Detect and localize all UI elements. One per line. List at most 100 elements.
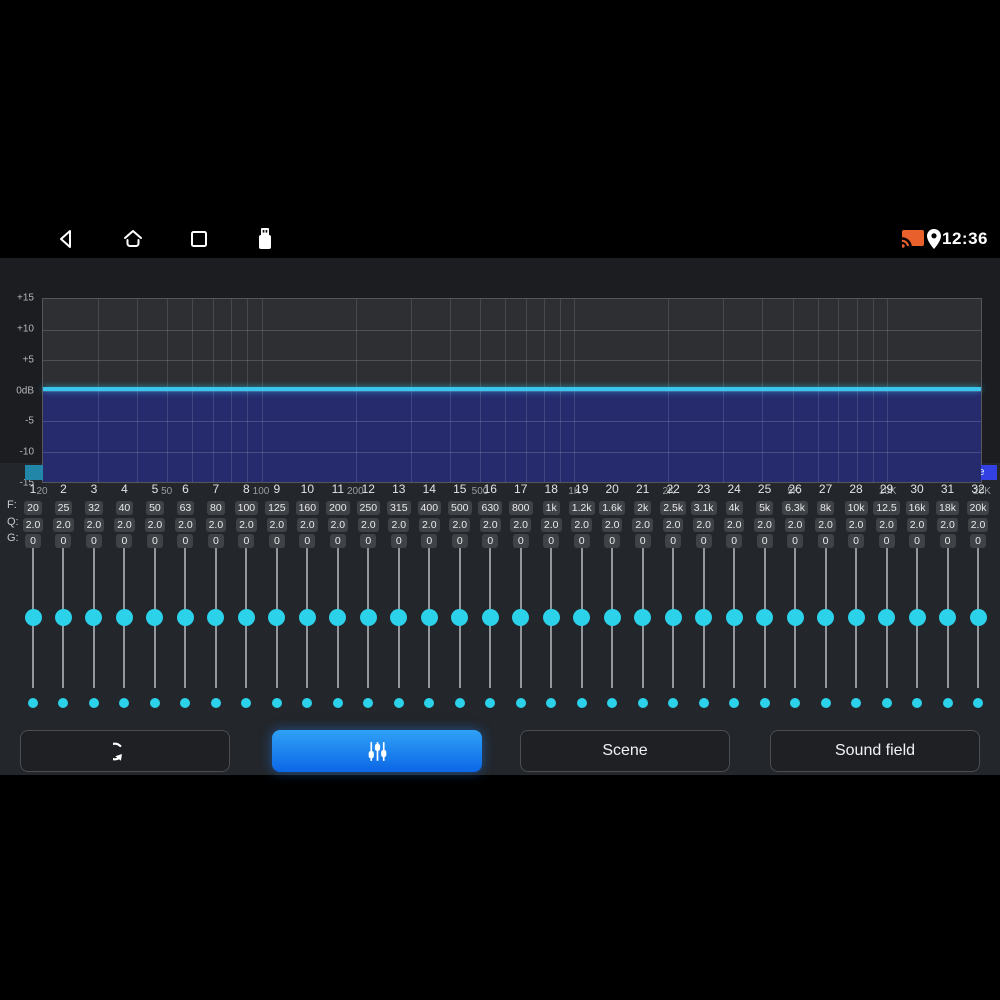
band-indicator-dot[interactable] xyxy=(119,698,130,708)
slider-handle[interactable] xyxy=(756,609,774,626)
band-indicator-dot[interactable] xyxy=(912,698,923,708)
band-gain-value: 0 xyxy=(229,531,263,549)
reset-button[interactable] xyxy=(20,730,230,772)
eq-curve-fill xyxy=(43,391,981,482)
recents-icon[interactable] xyxy=(189,229,209,249)
band-indicator-dot[interactable] xyxy=(393,698,404,708)
band-indicator-dot[interactable] xyxy=(820,698,831,708)
status-bar: 12:36 xyxy=(0,220,1000,258)
band-indicator-dot[interactable] xyxy=(973,698,983,708)
band-frequency-value: 10k xyxy=(839,498,873,516)
band-indicator-dot[interactable] xyxy=(149,698,160,708)
slider-handle[interactable] xyxy=(969,609,987,626)
band-indicator-dot[interactable] xyxy=(180,698,191,708)
slider-handle[interactable] xyxy=(603,609,621,626)
slider-handle[interactable] xyxy=(85,609,103,626)
band-indicator-dot[interactable] xyxy=(576,698,587,708)
slider-handle[interactable] xyxy=(573,609,591,626)
band-index: 10 xyxy=(300,482,315,496)
band-indicator-dot[interactable] xyxy=(241,698,252,708)
slider-handle[interactable] xyxy=(176,609,194,626)
equalizer-sliders-icon xyxy=(368,741,386,761)
cast-icon xyxy=(902,230,924,248)
band-indicator-dot[interactable] xyxy=(851,698,862,708)
band-frequency-value: 1k xyxy=(534,498,568,516)
band-indicator-dot[interactable] xyxy=(729,698,740,708)
slider-handle[interactable] xyxy=(420,609,438,626)
slider-handle[interactable] xyxy=(390,609,408,626)
band-frequency-value: 16k xyxy=(900,498,934,516)
band-index: 2 xyxy=(60,482,67,496)
slider-handle[interactable] xyxy=(481,609,499,626)
band-indicator-dot[interactable] xyxy=(637,698,648,708)
band-indicator-dot[interactable] xyxy=(790,698,801,708)
slider-handle[interactable] xyxy=(725,609,743,626)
equalizer-button[interactable] xyxy=(272,730,482,772)
band-indicator-dot[interactable] xyxy=(942,698,953,708)
band-indicator-dot[interactable] xyxy=(88,698,99,708)
band-indicator-dot[interactable] xyxy=(302,698,313,708)
band-frequency-value: 12.5 xyxy=(870,498,904,516)
band-indicator-dot[interactable] xyxy=(546,698,557,708)
band-frequency-value: 3.1k xyxy=(687,498,721,516)
slider-handle[interactable] xyxy=(664,609,682,626)
band-index: 16 xyxy=(483,482,497,496)
reset-icon xyxy=(112,742,122,761)
slider-handle[interactable] xyxy=(512,609,530,626)
sound-field-button[interactable]: Sound field xyxy=(770,730,980,772)
slider-handle[interactable] xyxy=(542,609,560,626)
band-frequency-value: 80 xyxy=(199,498,233,516)
usb-icon xyxy=(259,228,271,249)
band-frequency-value: 4k xyxy=(717,498,751,516)
slider-handle[interactable] xyxy=(329,609,347,626)
slider-handle[interactable] xyxy=(634,609,652,626)
band-indicator-dot[interactable] xyxy=(363,698,374,708)
slider-handle[interactable] xyxy=(878,609,896,626)
band-index: 30 xyxy=(910,482,924,496)
band-indicator-dot[interactable] xyxy=(332,698,343,708)
home-icon[interactable] xyxy=(122,228,144,250)
slider-handle[interactable] xyxy=(54,609,72,626)
slider-handle[interactable] xyxy=(24,609,42,626)
slider-handle[interactable] xyxy=(451,609,469,626)
eq-response-chart: +15 +10 +5 0dB -5 -10 -15 20 50 100 200 500 1K 2K 5K 1… xyxy=(0,258,1000,497)
slider-handle[interactable] xyxy=(146,609,164,626)
slider-handle[interactable] xyxy=(939,609,957,626)
band-indicator-dot[interactable] xyxy=(271,698,282,708)
slider-handle[interactable] xyxy=(817,609,835,626)
slider-handle[interactable] xyxy=(237,609,255,626)
slider-handle[interactable] xyxy=(359,609,377,626)
band-gain-value: 0 xyxy=(748,531,782,549)
band-indicator-dot[interactable] xyxy=(210,698,221,708)
band-indicator-dot[interactable] xyxy=(454,698,465,708)
band-indicator-dot[interactable] xyxy=(515,698,526,708)
band-index: 22 xyxy=(666,482,680,496)
slider-handle[interactable] xyxy=(786,609,804,626)
band-indicator-dot[interactable] xyxy=(668,698,679,708)
band-index: 18 xyxy=(544,482,558,496)
slider-handle[interactable] xyxy=(268,609,286,626)
band-indicator-dot[interactable] xyxy=(759,698,770,708)
band-frequency-value: 6.3k xyxy=(778,498,812,516)
eq-curve-line xyxy=(43,387,981,391)
band-indicator-dot[interactable] xyxy=(58,698,69,708)
band-indicator-dot[interactable] xyxy=(881,698,892,708)
band-index: 4 xyxy=(121,482,128,496)
band-frequency-value: 630 xyxy=(473,498,507,516)
scene-button[interactable]: Scene xyxy=(520,730,730,772)
band-indicator-dot[interactable] xyxy=(698,698,709,708)
band-gain-value: 0 xyxy=(351,531,385,549)
band-indicator-dot[interactable] xyxy=(485,698,496,708)
band-indicator-dot[interactable] xyxy=(424,698,435,708)
slider-handle[interactable] xyxy=(695,609,713,626)
slider-handle[interactable] xyxy=(847,609,865,626)
slider-handle[interactable] xyxy=(115,609,133,626)
band-indicator-dot[interactable] xyxy=(607,698,618,708)
band-indicator-dot[interactable] xyxy=(28,698,38,708)
slider-handle[interactable] xyxy=(908,609,926,626)
slider-handle[interactable] xyxy=(298,609,316,626)
band-index: 11 xyxy=(331,482,345,496)
back-icon[interactable] xyxy=(56,228,76,250)
band-frequency-value: 315 xyxy=(382,498,416,516)
slider-handle[interactable] xyxy=(207,609,225,626)
